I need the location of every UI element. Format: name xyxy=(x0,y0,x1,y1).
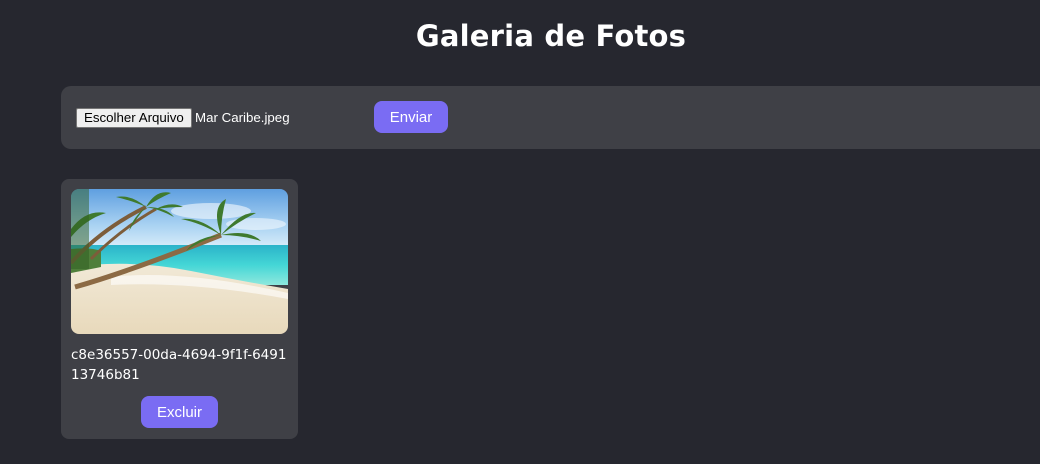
photo-card: c8e36557-00da-4694-9f1f-649113746b81 Exc… xyxy=(61,179,298,439)
send-button[interactable]: Enviar xyxy=(374,101,448,133)
photo-id: c8e36557-00da-4694-9f1f-649113746b81 xyxy=(71,347,287,383)
beach-photo xyxy=(71,189,288,334)
delete-button[interactable]: Excluir xyxy=(141,396,218,428)
selected-file-name: Mar Caribe.jpeg xyxy=(195,110,290,125)
upload-panel: Escolher Arquivo Mar Caribe.jpeg Enviar xyxy=(61,86,1040,149)
page-title: Galeria de Fotos xyxy=(415,19,687,53)
choose-file-button[interactable]: Escolher Arquivo xyxy=(76,108,192,128)
